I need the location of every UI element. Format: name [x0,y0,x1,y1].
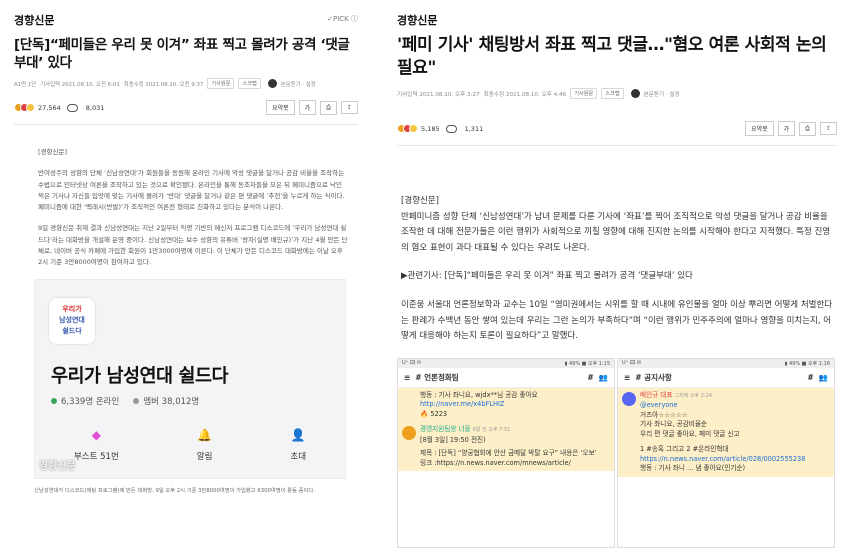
avatar [402,426,416,441]
phone-status-bar: U⁺ 🖾 ✉ ▮ 49% ■ 오후 1:16 [618,358,834,368]
comment-icon[interactable] [66,103,78,112]
server-name: 우리가 남성연대 쉴드다 [51,365,229,387]
server-stats: 6,339명 온라인 멤버 38,012명 [51,395,199,407]
threads-icon: # [807,372,814,382]
body-paragraph: 이준웅 서울대 언론정보학과 교수는 10일 “영미권에서는 시위를 할 때 시… [401,299,833,342]
message-link[interactable]: https://n.news.naver.com/article/028/000… [640,455,828,465]
page-info: A1면 1단 [14,81,37,88]
right-article-body: [경향신문] 반페미니즘 성향 단체 ‘신남성연대’가 남녀 문제를 다룬 기사… [397,194,837,345]
scrap-button[interactable]: 스크랩 [601,88,624,99]
body-paragraph: 반페미니즘 성향 단체 ‘신남성연대’가 남녀 문제를 다룬 기사에 ‘좌표’를… [401,211,831,253]
comment-count: 8,031 [85,103,105,112]
left-brand: 경향신문 [14,14,55,27]
chat-screenshot-2: U⁺ 🖾 ✉ ▮ 49% ■ 오후 1:16 ≡ # 공지사항 # 👥 배인규 대표 그… [617,357,835,548]
boost-icon: ◆ [91,427,101,442]
channel-name: # 언론정화팀 [415,372,459,382]
audio-icon [630,89,640,98]
chat-screenshot-1: U⁺ 🖾 ✉ ▮ 49% ■ 오후 1:15 ≡ # 언론정화팀 # 👥 행동 : 기사… [397,357,615,548]
scrap-button[interactable]: 스크랩 [238,78,261,89]
discord-screenshots: U⁺ 🖾 ✉ ▮ 49% ■ 오후 1:15 ≡ # 언론정화팀 # 👥 행동 : 기사… [397,357,835,548]
avatar [622,391,636,406]
original-article-link[interactable]: 기사원문 [207,78,235,89]
published-time: 기사입력 2021.08.10. 오후 3:27 [397,91,480,98]
chat-message: 행동 : 기사 좌니요, wjdx**님 공감 좋아요 http://naver… [398,387,614,423]
font-size-button[interactable]: 가 [777,121,796,136]
threads-icon: # [587,372,594,382]
left-article: 경향신문 ✓PICK ⓘ [단독]“페미들은 우리 못 이겨” 좌표 찍고 몰려… [0,0,372,556]
right-headline: '페미 기사' 채팅방서 좌표 찍고 댓글…"혐오 여론 사회적 논의 필요" [397,35,827,78]
pick-badge[interactable]: ✓PICK ⓘ [327,14,358,24]
left-article-body: [경향신문] 반여성주의 성향의 단체 ‘신남성연대’가 회원들을 동원해 온라… [14,147,358,269]
chat-message: 배인규 대표 그저께 오후 2:24 @everyone 거즈아☆☆☆☆☆ 기사… [618,387,834,443]
print-icon[interactable]: ⎙ [799,121,816,136]
body-paragraph: 9일 경향신문 취재 결과 신남성연대는 지난 2일부터 익명 기반의 메신저 … [38,224,348,267]
published-time: 기사입력 2021.08.10. 오전 6:01 [40,81,120,88]
member-dot-icon [133,397,140,404]
summary-bot-button[interactable]: 요약봇 [266,100,295,115]
menu-icon: ≡ [404,372,411,382]
related-article-link[interactable]: ▶관련기사: [단독]“페미들은 우리 못 이겨” 좌표 찍고 몰려가 공격 ‘… [401,269,837,285]
channel-header: ≡ # 언론정화팀 # 👥 [398,368,614,388]
server-logo: 우리가 남성연대 쉴드다 [49,297,95,344]
bell-icon: 🔔 [197,427,213,442]
reaction-emoji-icon[interactable] [397,124,418,133]
reaction-count[interactable]: 🔥 5223 [420,410,608,420]
comment-count: 1,311 [464,124,484,133]
menu-icon: ≡ [624,372,631,382]
reaction-count: 27,564 [38,103,61,112]
chat-message: 경명지원팀왕 너물 6일 전 오후 7:51 [8월 3일] 19:50 전진)… [398,422,614,472]
share-icon[interactable]: ⇪ [819,122,837,135]
channel-name: # 공지사항 [635,372,672,382]
server-action-bar: ◆ 부스트 51번 🔔 알림 👤 초대 [73,427,307,462]
discord-server-image: 우리가 남성연대 쉴드다 우리가 남성연대 쉴드다 6,339명 온라인 멤버 … [34,278,346,479]
body-paragraph: [경향신문] [38,148,67,156]
audio-settings[interactable]: 본문듣기 · 설정 [644,90,680,98]
modified-time: 최종수정 2021.08.10. 오전 9:37 [123,81,204,88]
share-icon[interactable]: ⇪ [340,101,358,114]
body-paragraph: [경향신문] [401,196,439,206]
members-icon: 👥 [598,372,608,382]
print-icon[interactable]: ⎙ [320,100,337,115]
right-meta: 기사입력 2021.08.10. 오후 3:27 최종수정 2021.08.10… [397,88,837,99]
image-caption: 신남성연대가 디스코드(채팅 프로그램)에 만든 대화방. 9일 오후 2시 기… [34,487,315,494]
online-dot-icon [51,397,57,404]
divider [14,124,358,125]
font-size-button[interactable]: 가 [298,100,317,115]
add-user-icon: 👤 [290,427,306,442]
left-headline: [단독]“페미들은 우리 못 이겨” 좌표 찍고 몰려가 공격 ‘댓글부대’ 있… [14,37,350,71]
right-brand: 경향신문 [397,14,438,27]
channel-header: ≡ # 공지사항 # 👥 [618,368,834,388]
reaction-count: 5,185 [421,124,440,133]
body-paragraph: 반여성주의 성향의 단체 ‘신남성연대’가 회원들을 동원해 온라인 기사에 악… [38,169,345,212]
chat-message: 1 #송혹 그리고 2 #온라인혁대 https://n.news.naver.… [618,442,834,477]
comment-icon[interactable] [445,124,457,133]
right-article: 경향신문 '페미 기사' 채팅방서 좌표 찍고 댓글…"혐오 여론 사회적 논의… [397,0,847,556]
divider [397,145,837,146]
summary-bot-button[interactable]: 요약봇 [745,121,774,136]
left-meta: A1면 1단 기사입력 2021.08.10. 오전 6:01 최종수정 202… [14,78,358,89]
reaction-emoji-icon[interactable] [14,103,35,112]
left-action-bar: 27,564 8,031 요약봇 가 ⎙ ⇪ [14,100,358,115]
modified-time: 최종수정 2021.08.10. 오후 4:46 [483,91,567,98]
original-article-link[interactable]: 기사원문 [570,88,598,99]
audio-icon [267,79,277,88]
phone-status-bar: U⁺ 🖾 ✉ ▮ 49% ■ 오후 1:15 [398,358,614,368]
members-icon: 👥 [818,372,828,382]
message-link[interactable]: http://naver.me/x4bFLHIZ [420,400,608,410]
watermark: 경향신문 [39,460,76,472]
right-action-bar: 5,185 1,311 요약봇 가 ⎙ ⇪ [397,121,837,136]
audio-settings[interactable]: 본문듣기 · 설정 [281,80,316,88]
page: 경향신문 ✓PICK ⓘ [단독]“페미들은 우리 못 이겨” 좌표 찍고 몰려… [0,0,850,556]
